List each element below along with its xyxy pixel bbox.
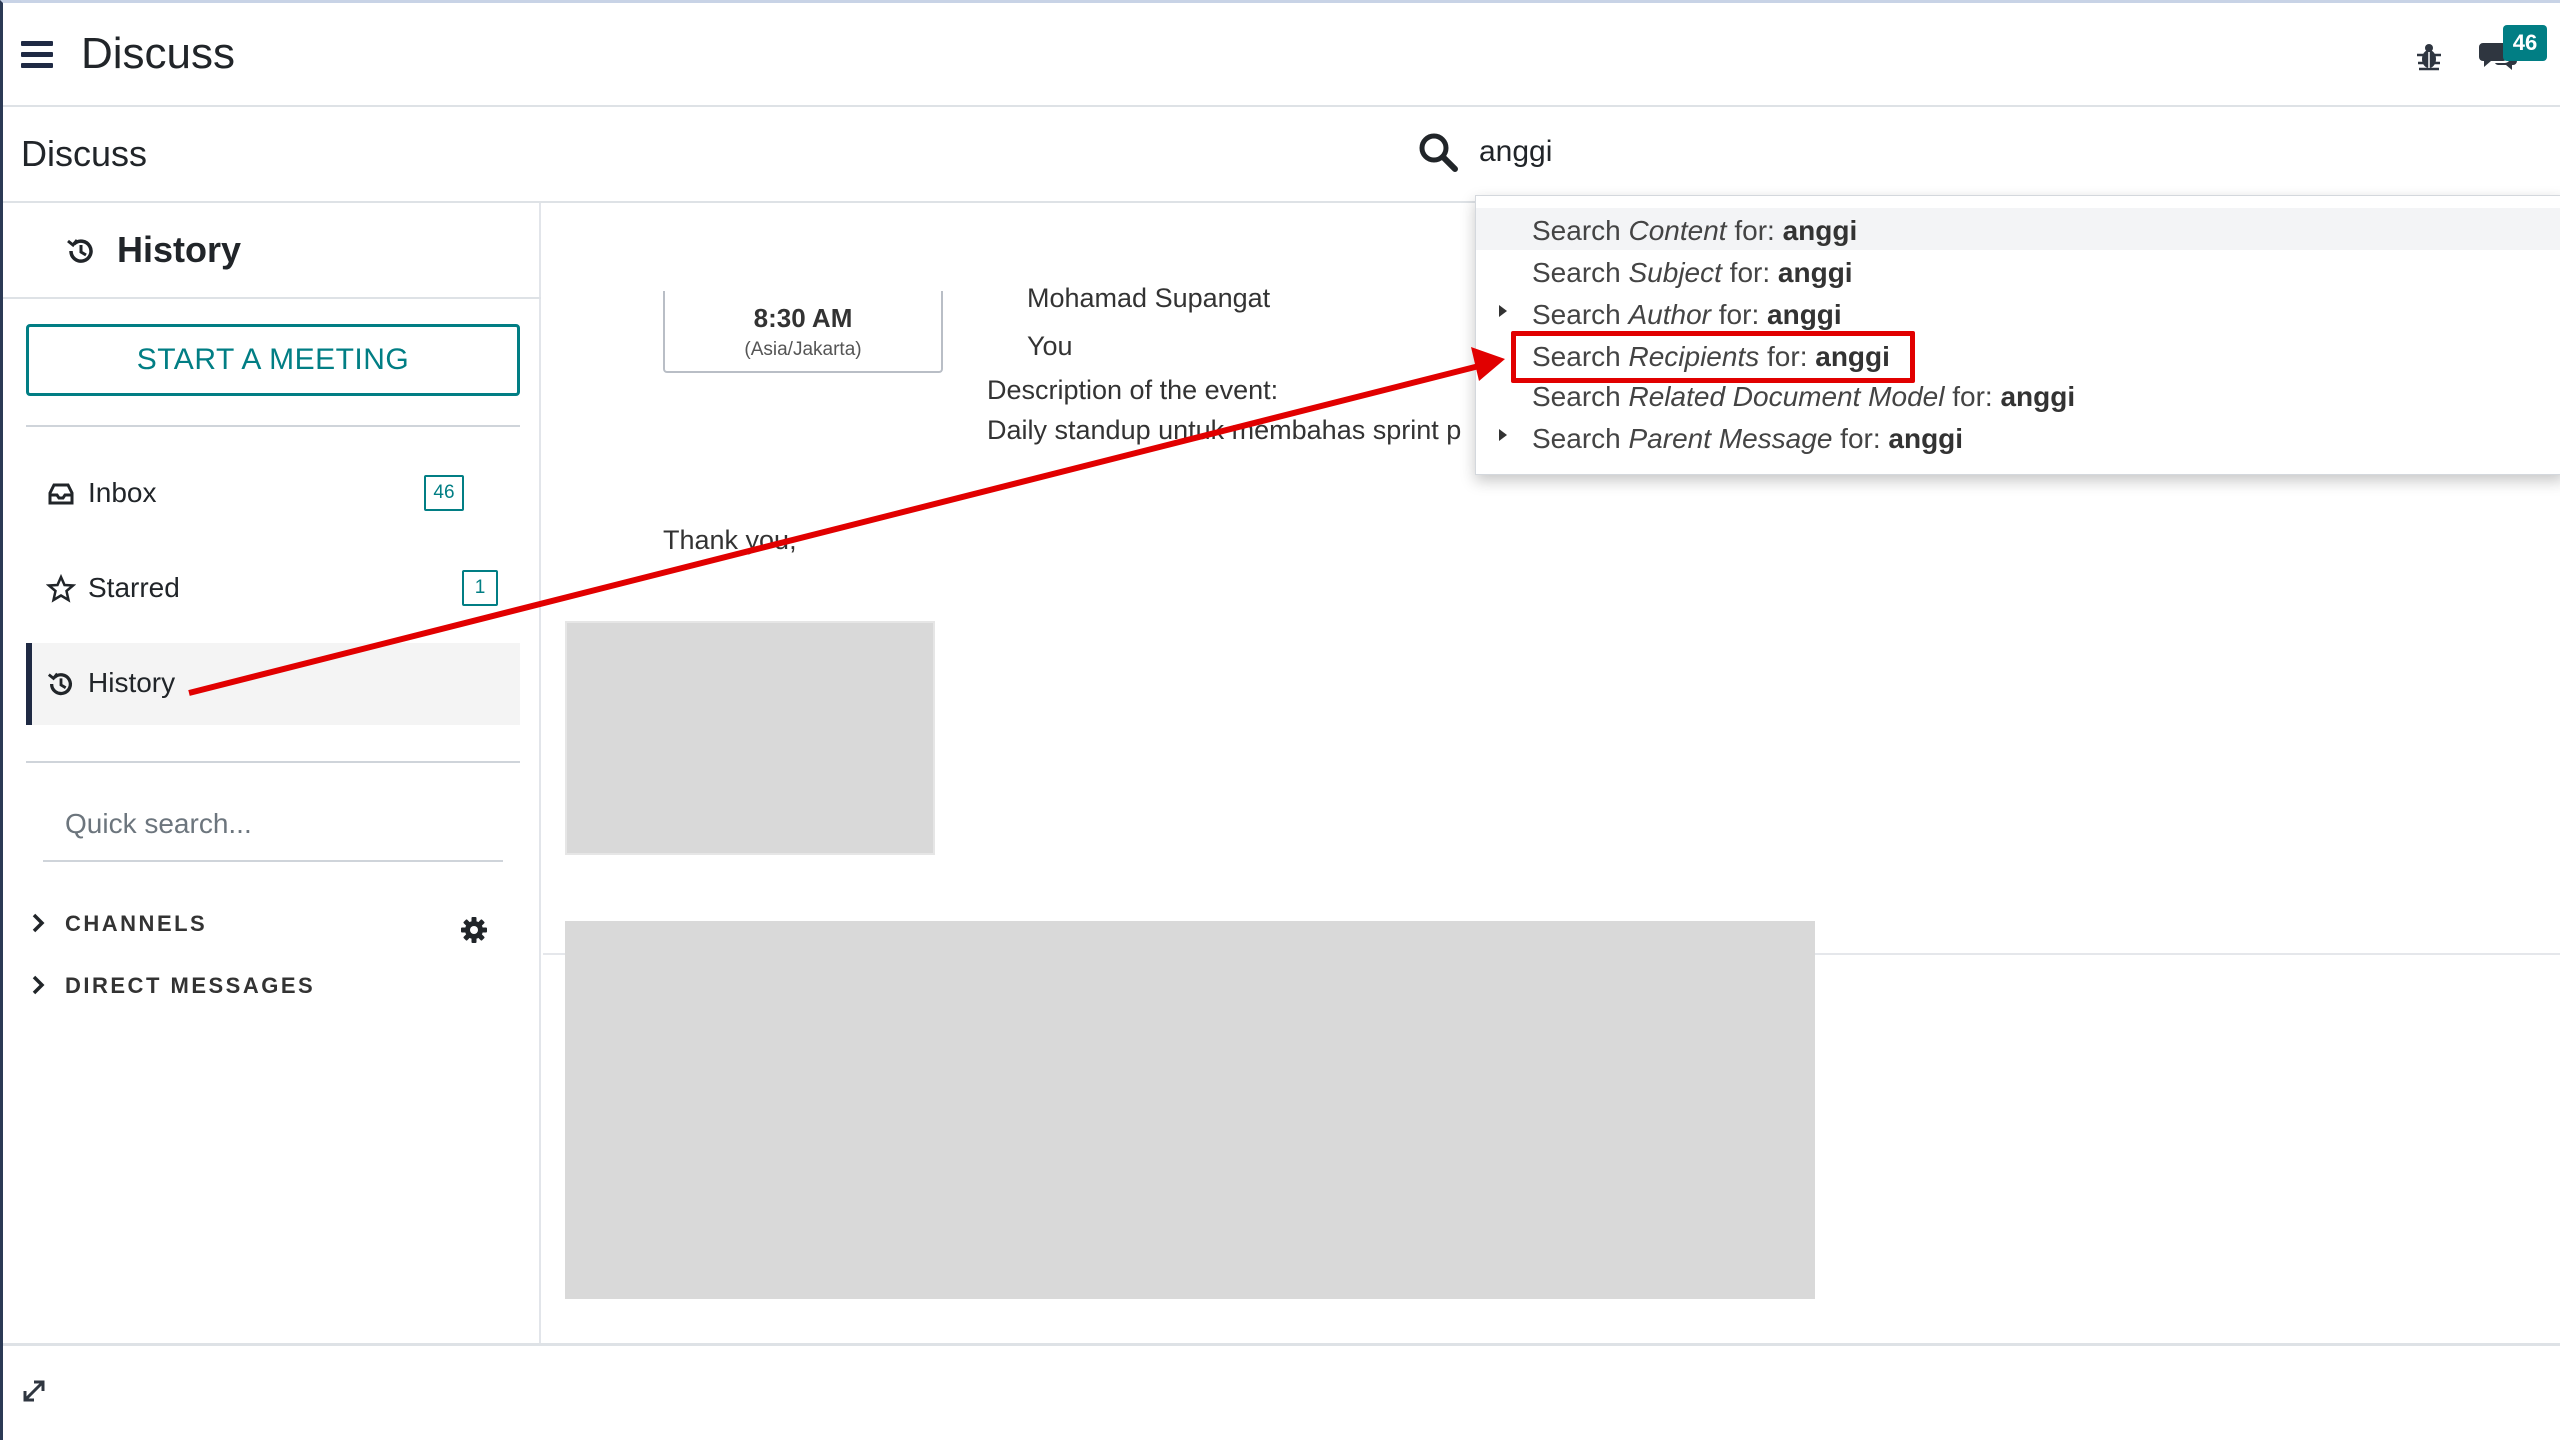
start-meeting-button[interactable]: START A MEETING [26,324,520,396]
sidebar-divider [26,761,520,763]
discuss-sidebar: History START A MEETING Inbox 46 Starred… [3,203,541,1343]
inbox-icon [48,483,74,505]
footer-bar [3,1343,2560,1440]
history-icon [67,239,93,263]
history-header: History [3,203,541,299]
attendee-name: Mohamad Supangat [1027,283,1271,313]
category-direct-messages[interactable]: DIRECT MESSAGES [29,967,469,1007]
expand-icon[interactable] [19,1376,49,1406]
star-icon [46,574,76,603]
attendee-name: You [1027,331,1073,361]
event-timezone: (Asia/Jakarta) [744,339,862,360]
search-input[interactable]: anggi [1479,135,1552,169]
sidebar-item-label: Starred [88,572,180,603]
event-description-label: Description of the event: [987,375,1279,405]
sidebar-divider [26,425,520,427]
gear-icon[interactable] [459,915,489,945]
top-navbar: Discuss 46 [3,3,2560,107]
sidebar-item-inbox[interactable]: Inbox 46 [26,453,520,535]
event-time-card: 8:30 AM (Asia/Jakarta) [663,291,943,373]
message-closing: Thank you, [663,525,797,555]
search-icon[interactable] [1417,131,1459,173]
hamburger-menu-icon[interactable] [21,41,53,68]
caret-right-icon[interactable] [1498,304,1508,318]
sidebar-item-history[interactable]: History [26,643,520,725]
annotation-highlight-box [1511,331,1915,383]
search-suggestion-content[interactable]: Search Content for: anggi [1476,208,2560,250]
event-description-text: Daily standup untuk membahas sprint p [987,415,1462,445]
search-suggestion-parent-message[interactable]: Search Parent Message for: anggi [1476,416,2560,458]
search-suggestion-subject[interactable]: Search Subject for: anggi [1476,250,2560,292]
event-time: 8:30 AM [753,303,853,333]
sidebar-item-starred[interactable]: Starred 1 [26,548,520,630]
quick-search-input[interactable]: Quick search... [43,788,503,862]
history-icon [47,672,73,696]
discuss-app: Discuss 46 Discuss anggi History START A… [0,0,2560,1440]
chevron-right-icon [32,913,45,933]
redacted-image [565,921,1815,1299]
page-title: History [117,229,242,270]
category-label: CHANNELS [65,911,208,936]
redacted-image [565,621,935,855]
category-label: DIRECT MESSAGES [65,973,316,998]
inbox-counter-badge: 46 [424,475,464,511]
breadcrumb: Discuss [21,133,148,174]
bug-icon[interactable] [2415,41,2443,71]
sidebar-item-label: Inbox [88,477,157,508]
category-channels[interactable]: CHANNELS [29,905,469,945]
starred-counter-badge: 1 [462,570,498,606]
messaging-counter-badge: 46 [2503,25,2547,61]
chevron-right-icon [32,975,45,995]
control-panel: Discuss anggi [3,107,2560,203]
search-suggestion-author[interactable]: Search Author for: anggi [1476,292,2560,334]
app-title: Discuss [81,29,236,78]
sidebar-item-label: History [88,667,176,698]
caret-right-icon[interactable] [1498,428,1508,442]
